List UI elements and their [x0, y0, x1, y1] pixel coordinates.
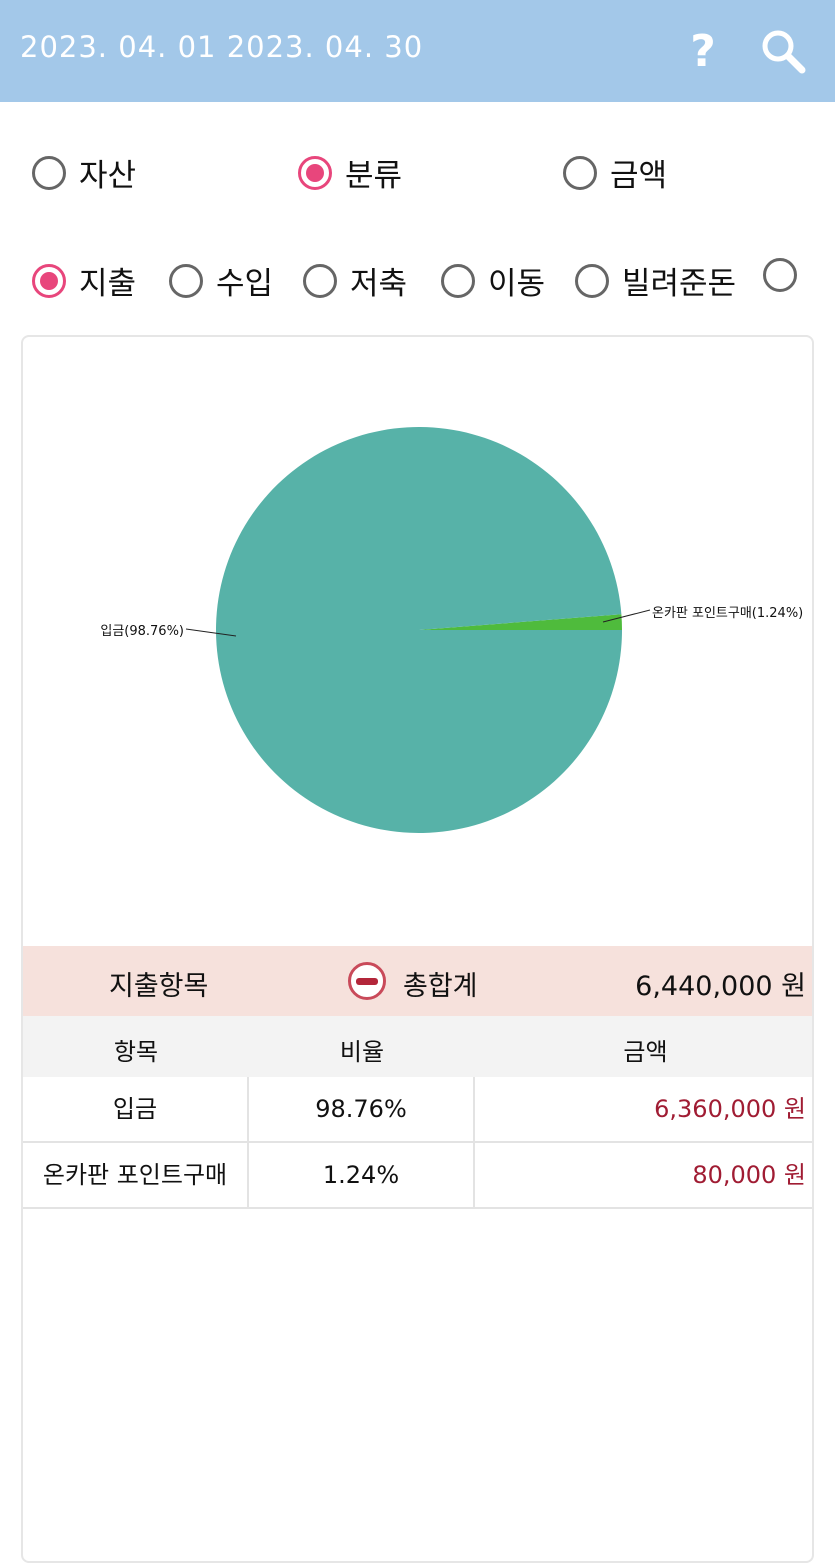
radio-amount[interactable]: 금액 [563, 150, 667, 195]
radio-savings[interactable]: 저축 [303, 258, 407, 303]
radio-circle-icon [32, 155, 66, 190]
radio-circle-icon [303, 263, 337, 298]
pie-slice-label: 온카판 포인트구매(1.24%) [652, 606, 803, 621]
cell-ratio: 1.24% [249, 1143, 475, 1207]
cell-item: 입금 [23, 1077, 249, 1141]
cell-ratio: 98.76% [249, 1077, 475, 1141]
pie-leader-line [602, 609, 651, 623]
minus-circle-icon[interactable] [348, 962, 386, 1000]
radio-label: 금액 [610, 158, 668, 194]
col-header-item: 항목 [113, 1038, 159, 1066]
app-header: 2023. 04. 01 2023. 04. 30 ? [0, 0, 835, 102]
radio-checked-icon [32, 263, 66, 298]
table-header: 항목 비율 금액 [23, 1016, 812, 1077]
search-icon[interactable] [760, 28, 806, 74]
radio-circle-icon [763, 258, 797, 292]
svg-text:?: ? [690, 28, 716, 74]
radio-label: 수입 [216, 266, 274, 302]
radio-income[interactable]: 수입 [169, 258, 273, 303]
radio-expense[interactable]: 지출 [32, 258, 136, 303]
pie-leader-line [185, 628, 237, 637]
radio-more[interactable] [763, 258, 810, 292]
radio-asset[interactable]: 자산 [32, 150, 136, 195]
report-card: 입금(98.76%) 온카판 포인트구매(1.24%) 지출항목 총합계 6,44… [21, 335, 814, 1563]
cell-amount: 80,000 원 [692, 1161, 806, 1189]
table-row[interactable]: 입금 98.76% 6,360,000 원 [23, 1077, 812, 1143]
cell-item: 온카판 포인트구매 [23, 1143, 249, 1207]
col-header-amount: 금액 [623, 1038, 668, 1066]
radio-label: 빌려준돈 [622, 266, 737, 302]
radio-circle-icon [441, 263, 475, 298]
radio-label: 이동 [488, 266, 546, 302]
table-row[interactable]: 온카판 포인트구매 1.24% 80,000 원 [23, 1143, 812, 1209]
pie-slice[interactable] [216, 426, 622, 833]
date-range[interactable]: 2023. 04. 01 2023. 04. 30 [20, 30, 423, 64]
radio-label: 분류 [345, 158, 403, 194]
total-value: 6,440,000 원 [635, 971, 806, 1002]
radio-category[interactable]: 분류 [298, 150, 402, 195]
col-header-ratio: 비율 [339, 1038, 385, 1066]
radio-circle-icon [563, 155, 597, 190]
summary-title: 지출항목 [109, 971, 209, 1002]
radio-transfer[interactable]: 이동 [441, 258, 545, 303]
pie-slice[interactable] [419, 614, 622, 630]
radio-lent[interactable]: 빌려준돈 [575, 258, 736, 303]
help-icon[interactable]: ? [680, 26, 726, 77]
radio-label: 저축 [350, 266, 408, 302]
summary-bar: 지출항목 총합계 6,440,000 원 [23, 946, 812, 1016]
radio-circle-icon [169, 263, 203, 298]
radio-circle-icon [575, 263, 609, 298]
total-label: 총합계 [403, 971, 478, 1002]
radio-label: 지출 [79, 266, 137, 302]
radio-label: 자산 [79, 158, 137, 194]
radio-checked-icon [298, 155, 332, 190]
cell-amount: 6,360,000 원 [654, 1095, 806, 1123]
pie-slice-label: 입금(98.76%) [100, 624, 184, 639]
